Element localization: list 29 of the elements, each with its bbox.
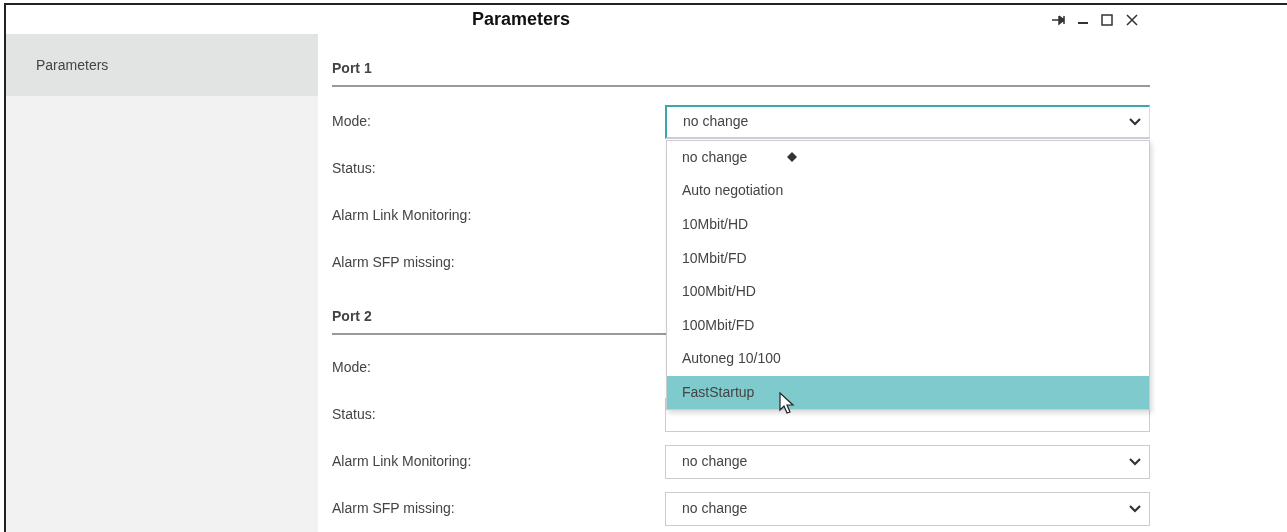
section-heading: Port 1	[332, 58, 1150, 87]
close-icon[interactable]	[1126, 13, 1138, 26]
mouse-cursor-icon[interactable]	[779, 391, 795, 414]
maximize-icon[interactable]	[1101, 13, 1113, 26]
dropdown-option[interactable]: 10Mbit/FD	[667, 241, 1149, 275]
field-label: Mode:	[332, 112, 372, 131]
window-title: Parameters	[470, 8, 572, 31]
dropdown-option[interactable]: 100Mbit/FD	[667, 308, 1149, 343]
dropdown-field[interactable]: no change	[665, 491, 1150, 526]
diamond-icon	[787, 152, 798, 163]
pin-icon[interactable]	[1052, 13, 1065, 26]
dropdown-option[interactable]: 100Mbit/HD	[667, 274, 1149, 309]
field-label: Alarm Link Monitoring:	[332, 452, 473, 471]
dropdown-field[interactable]: no change	[665, 444, 1150, 479]
dropdown-option[interactable]: Autoneg 10/100	[667, 342, 1149, 376]
field-label: Alarm SFP missing:	[332, 499, 456, 518]
field-label: Status:	[332, 159, 377, 178]
chevron-down-icon[interactable]	[1129, 117, 1141, 126]
dropdown-option[interactable]: no change	[667, 140, 1149, 175]
dropdown-option[interactable]: Auto negotiation	[667, 174, 1149, 208]
chevron-down-icon[interactable]	[1129, 504, 1141, 513]
dropdown-field[interactable]: no change	[665, 104, 1150, 139]
field-label: Mode:	[332, 358, 372, 377]
dropdown-option[interactable]: 10Mbit/HD	[667, 207, 1149, 242]
field-label: Status:	[332, 405, 377, 424]
sidebar-item[interactable]: Parameters	[6, 34, 318, 96]
chevron-down-icon[interactable]	[1129, 457, 1141, 466]
field-label: Alarm SFP missing:	[332, 253, 456, 272]
field-label: Alarm Link Monitoring:	[332, 206, 473, 225]
